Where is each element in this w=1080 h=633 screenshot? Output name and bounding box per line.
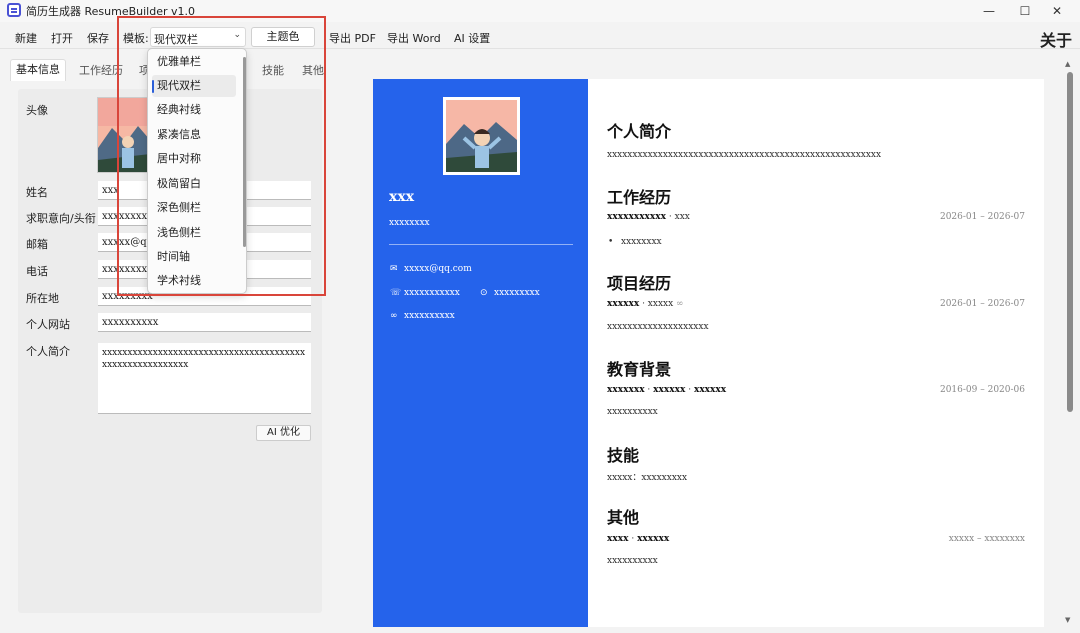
new-button[interactable]: 新建: [15, 30, 37, 46]
education-entry: xxxxxxx · xxxxxx · xxxxxx: [607, 385, 726, 395]
section-heading-summary: 个人简介: [607, 122, 672, 141]
export-pdf-button[interactable]: 导出 PDF: [329, 30, 376, 46]
summary-label: 个人简介: [26, 345, 70, 358]
skills-line: xxxxx：xxxxxxxxx: [607, 473, 688, 483]
other-title: xxxx: [607, 534, 629, 544]
scroll-down-icon[interactable]: ▼: [1065, 616, 1070, 624]
job-title-label: 求职意向/头衔: [26, 212, 96, 225]
degree: xxxxxx: [693, 385, 727, 395]
project-name: xxxxxx: [607, 299, 640, 309]
work-role: xxx: [674, 212, 690, 222]
summary-textarea[interactable]: xxxxxxxxxxxxxxxxxxxxxxxxxxxxxxxxxxxxxxxx…: [98, 343, 311, 414]
location-pin-icon: ⊙: [480, 288, 488, 298]
separator: ·: [628, 534, 638, 544]
other-sub: xxxxxx: [637, 534, 670, 544]
about-button[interactable]: 关于: [1040, 27, 1072, 51]
project-role: xxxxx: [647, 299, 674, 309]
school: xxxxxxx: [607, 385, 645, 395]
name-label: 姓名: [26, 186, 48, 199]
resume-photo: [443, 97, 520, 175]
separator: ·: [639, 299, 648, 309]
website-input[interactable]: xxxxxxxxxx: [98, 313, 311, 332]
location-label: 所在地: [26, 292, 59, 305]
resume-title: xxxxxxxx: [389, 218, 430, 228]
sidebar-divider: [389, 244, 573, 245]
resume-name: xxx: [389, 189, 415, 205]
major: xxxxxx: [653, 385, 686, 395]
section-heading-work: 工作经历: [607, 188, 672, 207]
education-desc: xxxxxxxxxx: [607, 407, 658, 417]
other-date: xxxxx – xxxxxxxx: [948, 534, 1025, 544]
separator: ·: [685, 385, 694, 395]
section-heading-other: 其他: [607, 508, 640, 527]
link-icon: ∞: [390, 311, 398, 321]
tab-basic-info[interactable]: 基本信息: [10, 59, 66, 81]
resume-location: xxxxxxxxx: [494, 288, 540, 298]
website-label: 个人网站: [26, 318, 70, 331]
separator: ·: [666, 212, 675, 222]
ai-optimize-button[interactable]: AI 优化: [256, 425, 311, 441]
phone-label: 电话: [26, 265, 48, 278]
resume-website: xxxxxxxxxx: [404, 311, 455, 321]
work-bullet: xxxxxxxx: [621, 237, 662, 247]
phone-icon: ☏: [390, 288, 402, 298]
other-entry: xxxx · xxxxxx: [607, 534, 669, 544]
education-date: 2016-09 – 2020-06: [939, 385, 1025, 395]
export-word-button[interactable]: 导出 Word: [387, 30, 441, 46]
summary-text: xxxxxxxxxxxxxxxxxxxxxxxxxxxxxxxxxxxxxxxx…: [607, 150, 882, 160]
email-label: 邮箱: [26, 238, 48, 251]
highlight-box: [117, 16, 326, 296]
save-button[interactable]: 保存: [87, 30, 109, 46]
section-heading-projects: 项目经历: [607, 274, 672, 293]
separator: ·: [644, 385, 654, 395]
project-entry: xxxxxx · xxxxx ∞: [607, 299, 684, 309]
close-icon[interactable]: ✕: [1034, 0, 1080, 22]
app-logo-icon: [7, 3, 21, 17]
section-heading-education: 教育背景: [607, 360, 672, 379]
project-desc: xxxxxxxxxxxxxxxxxxxx: [607, 322, 709, 332]
resume-phone: xxxxxxxxxxx: [404, 288, 460, 298]
scroll-up-icon[interactable]: ▲: [1065, 60, 1070, 68]
work-date: 2026-01 – 2026-07: [939, 212, 1025, 222]
other-desc: xxxxxxxxxx: [607, 556, 658, 566]
resume-email: xxxxx@qq.com: [404, 264, 472, 274]
work-bullet-icon: •: [608, 237, 614, 247]
work-org: xxxxxxxxxxx: [607, 212, 667, 222]
section-heading-skills: 技能: [607, 446, 640, 465]
open-button[interactable]: 打开: [51, 30, 73, 46]
work-entry: xxxxxxxxxxx · xxx: [607, 212, 690, 222]
ai-settings-button[interactable]: AI 设置: [454, 30, 490, 46]
project-date: 2026-01 – 2026-07: [939, 299, 1025, 309]
preview-scrollbar[interactable]: [1067, 72, 1073, 412]
avatar-label: 头像: [26, 104, 48, 117]
link-icon: ∞: [673, 299, 684, 309]
photo-image: [446, 100, 517, 172]
mail-icon: ✉: [390, 264, 398, 274]
